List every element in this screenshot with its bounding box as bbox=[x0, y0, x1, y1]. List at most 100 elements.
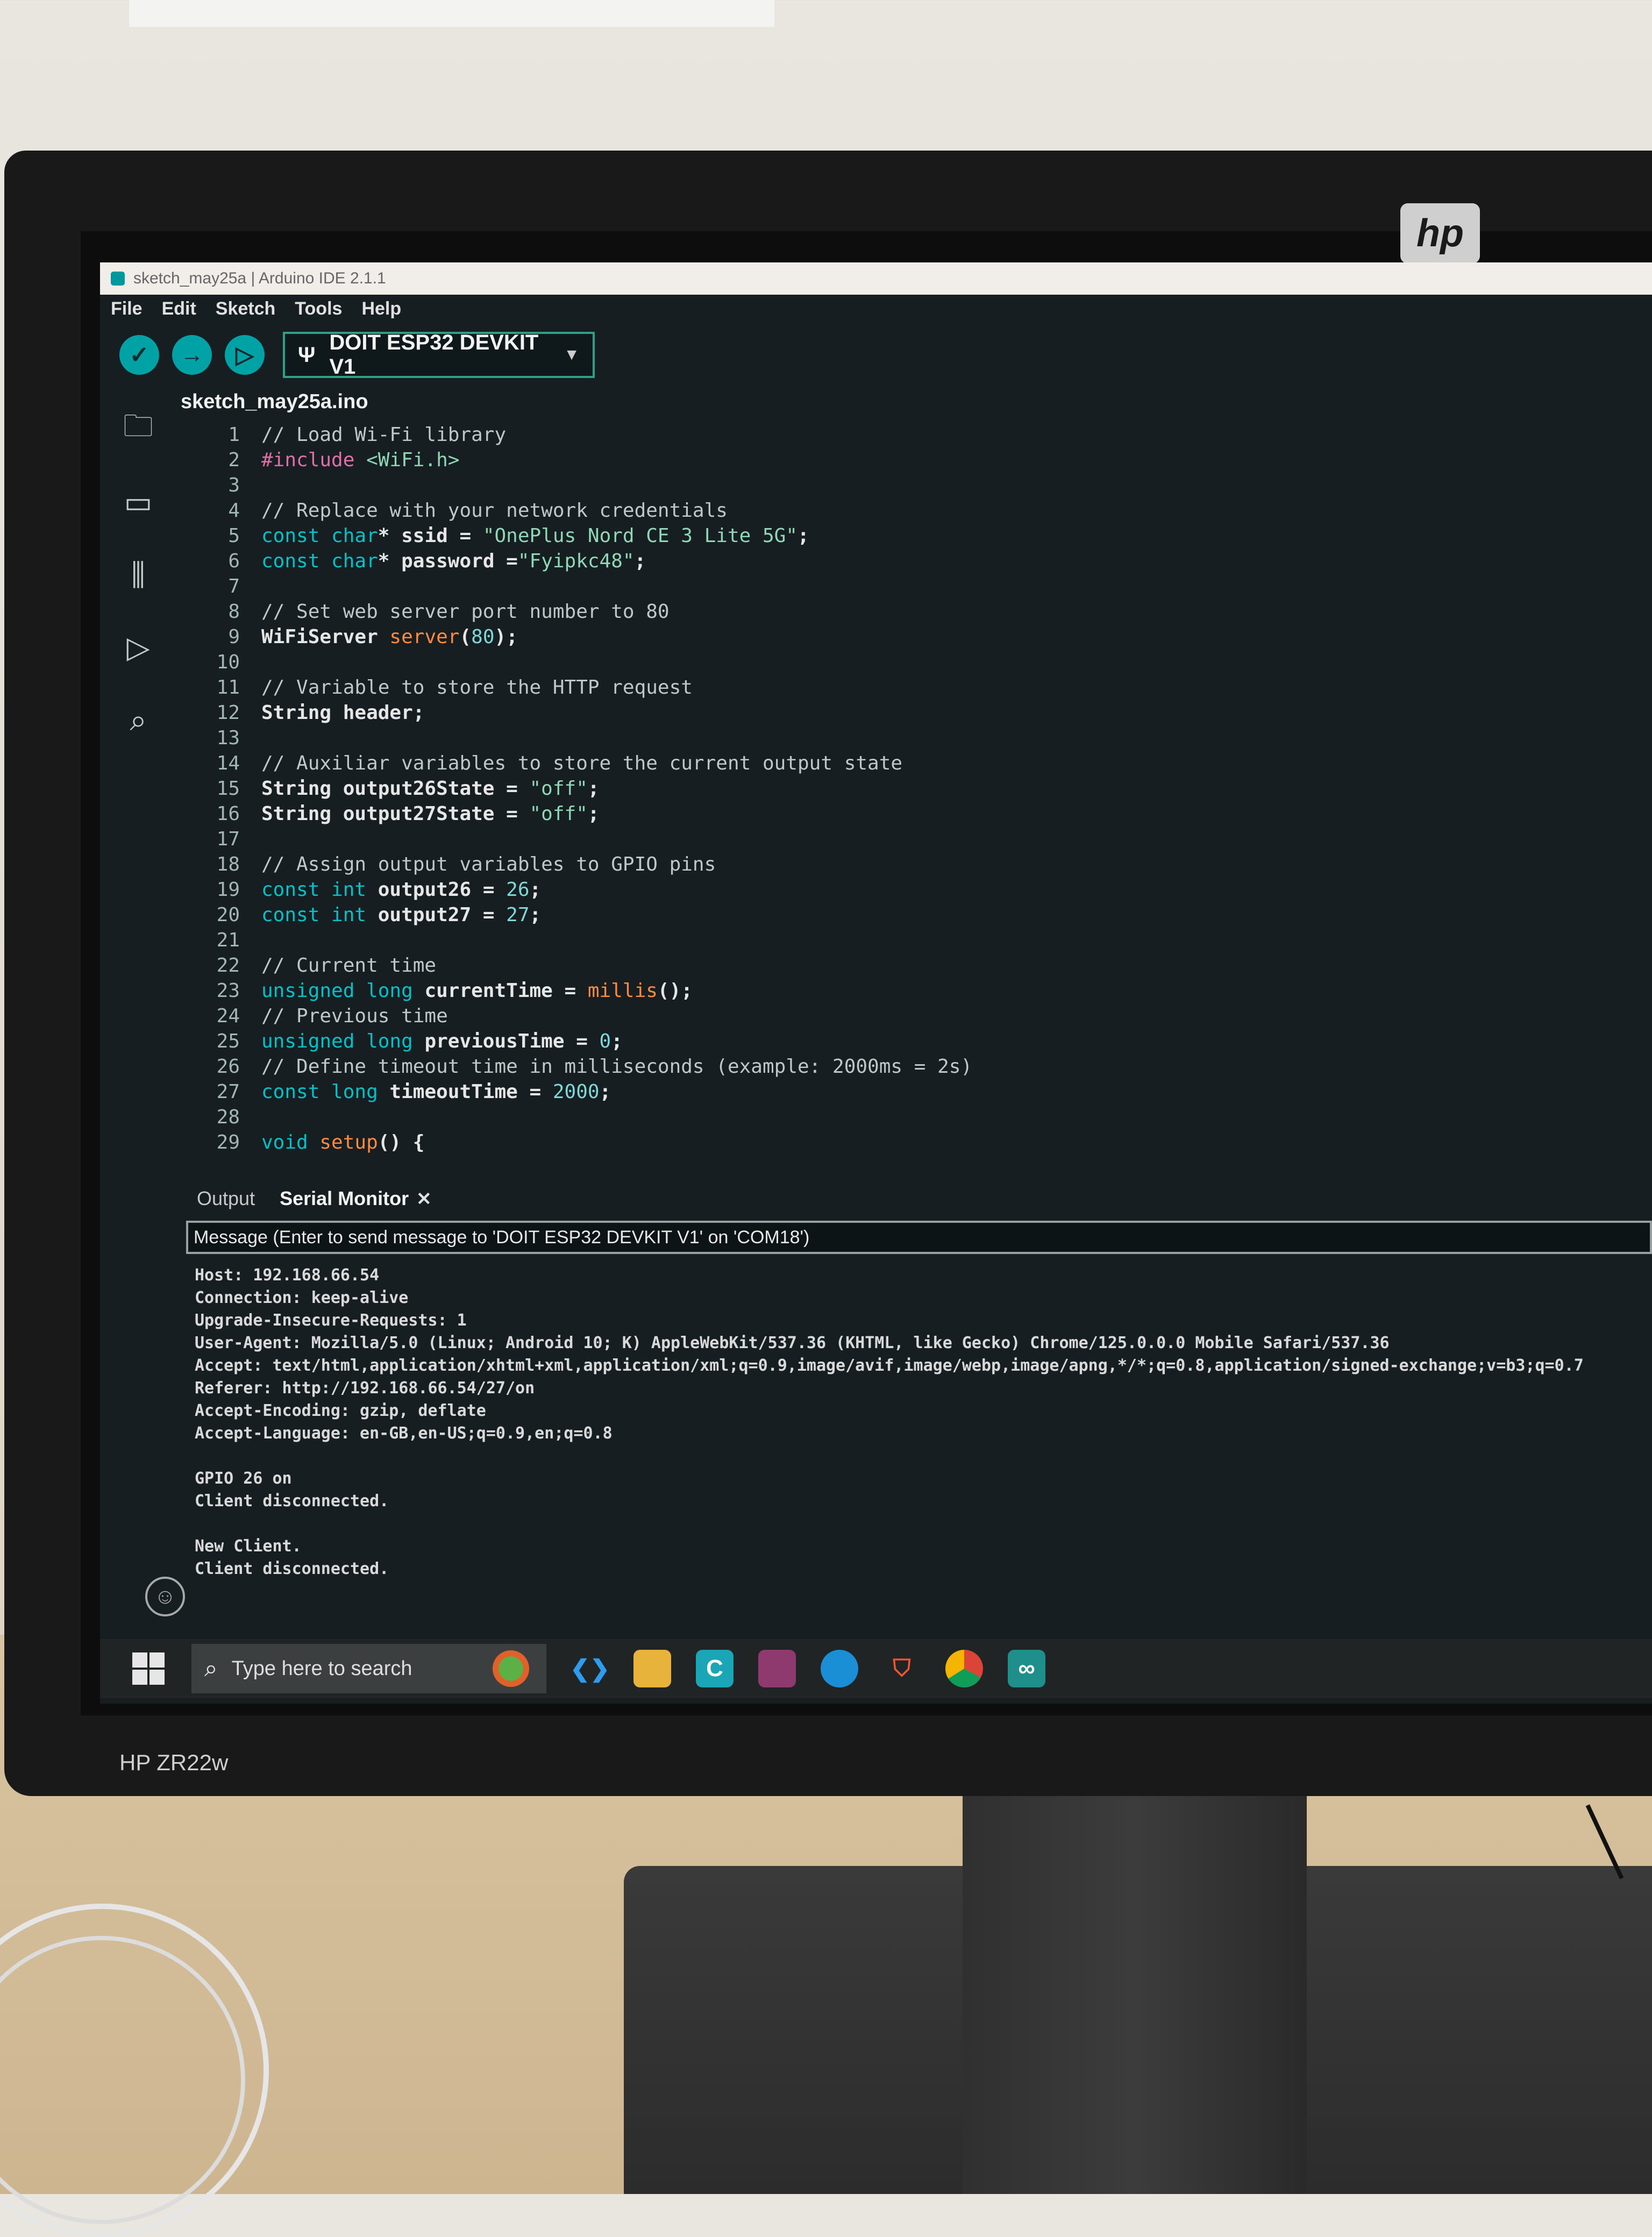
title-bar: sketch_may25a | Arduino IDE 2.1.1 bbox=[100, 262, 1652, 295]
code-token: "Fyipkc48" bbox=[517, 550, 635, 572]
line-number: 11 bbox=[216, 676, 240, 699]
brave-icon[interactable]: ⛉ bbox=[883, 1650, 921, 1687]
code-token: "off" bbox=[529, 778, 588, 800]
code-text: void setup() { bbox=[261, 1131, 424, 1153]
code-token: ; bbox=[529, 879, 542, 901]
account-icon[interactable]: ☺ bbox=[145, 1577, 185, 1616]
code-token: String header; bbox=[261, 702, 425, 724]
code-token: // Define timeout time in milliseconds (… bbox=[261, 1056, 973, 1078]
arduino-app-icon bbox=[111, 272, 125, 286]
code-token: * password = bbox=[378, 550, 518, 572]
serial-message-input[interactable]: Message (Enter to send message to 'DOIT … bbox=[186, 1221, 1652, 1254]
menu-edit[interactable]: Edit bbox=[162, 298, 196, 319]
menu-file[interactable]: File bbox=[111, 298, 143, 319]
code-token: setup bbox=[319, 1131, 378, 1153]
chrome-icon[interactable] bbox=[945, 1650, 983, 1687]
verify-button[interactable]: ✓ bbox=[119, 335, 159, 375]
code-token: const char bbox=[261, 550, 378, 572]
code-token: // Auxiliar variables to store the curre… bbox=[261, 752, 903, 774]
chevron-down-icon: ▼ bbox=[564, 346, 580, 364]
menu-help[interactable]: Help bbox=[361, 298, 401, 319]
code-token: unsigned long bbox=[261, 1030, 425, 1052]
arduino-icon[interactable]: ∞ bbox=[1008, 1650, 1045, 1687]
toolbar: ✓ → ▷ Ψ DOIT ESP32 DEVKIT V1 ▼ bbox=[100, 326, 1652, 384]
debug-sidebar-icon[interactable]: ▷ bbox=[119, 629, 157, 666]
library-manager-icon[interactable]: ⫼ bbox=[119, 556, 157, 594]
app-c-icon[interactable]: C bbox=[696, 1650, 734, 1687]
code-token: #include bbox=[261, 449, 367, 471]
code-token: WiFiServer bbox=[261, 626, 390, 648]
window-title: sketch_may25a | Arduino IDE 2.1.1 bbox=[133, 269, 386, 287]
serial-line: Connection: keep-alive bbox=[195, 1288, 409, 1307]
code-text: String header; bbox=[261, 702, 424, 724]
monitor-stand-neck bbox=[963, 1791, 1307, 2194]
line-number: 19 bbox=[216, 879, 240, 901]
code-token: ); bbox=[494, 626, 518, 648]
code-text: // Current time bbox=[261, 954, 436, 977]
line-number: 10 bbox=[216, 651, 240, 673]
line-number: 22 bbox=[216, 954, 240, 977]
menu-sketch[interactable]: Sketch bbox=[216, 298, 276, 319]
serial-line: Client disconnected. bbox=[195, 1559, 389, 1578]
sidebar: 🗀 ▭ ⫼ ▷ ⌕ bbox=[100, 384, 170, 1621]
code-token: ; bbox=[587, 803, 600, 825]
code-token: // Variable to store the HTTP request bbox=[261, 676, 693, 699]
code-token: 0 bbox=[599, 1030, 611, 1052]
code-text: const char* ssid = "OnePlus Nord CE 3 Li… bbox=[261, 525, 809, 547]
serial-line: New Client. bbox=[195, 1537, 302, 1556]
close-icon[interactable]: ✕ bbox=[416, 1189, 432, 1209]
tab-serial-monitor[interactable]: Serial Monitor ✕ bbox=[280, 1187, 432, 1210]
search-icon[interactable]: ⌕ bbox=[119, 701, 157, 739]
boards-manager-icon[interactable]: ▭ bbox=[119, 483, 157, 521]
serial-line: Client disconnected. bbox=[195, 1492, 389, 1511]
code-text: const char* password ="Fyipkc48"; bbox=[261, 550, 646, 572]
code-text: const long timeoutTime = 2000; bbox=[261, 1081, 611, 1103]
line-number: 2 bbox=[228, 449, 240, 471]
folder-icon[interactable]: 🗀 bbox=[119, 409, 157, 448]
debug-button[interactable]: ▷ bbox=[225, 335, 265, 375]
screen: sketch_may25a | Arduino IDE 2.1.1 File E… bbox=[100, 262, 1652, 1704]
vscode-icon[interactable]: ❮❯ bbox=[570, 1650, 610, 1687]
code-token: <WiFi.h> bbox=[366, 449, 460, 471]
search-highlight-icon bbox=[487, 1650, 546, 1687]
code-token: const int bbox=[261, 879, 378, 901]
board-selector[interactable]: Ψ DOIT ESP32 DEVKIT V1 ▼ bbox=[283, 331, 595, 379]
code-token: (); bbox=[657, 980, 693, 1002]
tab-output[interactable]: Output bbox=[197, 1187, 255, 1210]
serial-line: GPIO 26 on bbox=[195, 1469, 292, 1488]
menu-bar: File Edit Sketch Tools Help bbox=[100, 295, 1652, 323]
search-icon: ⌕ bbox=[204, 1655, 218, 1682]
line-number: 12 bbox=[216, 702, 240, 724]
code-token: const int bbox=[261, 904, 378, 926]
serial-line: Accept-Language: en-GB,en-US;q=0.9,en;q=… bbox=[195, 1424, 613, 1443]
line-number: 8 bbox=[228, 601, 240, 623]
line-number: 15 bbox=[216, 778, 240, 800]
upload-button[interactable]: → bbox=[172, 335, 212, 375]
line-number: 17 bbox=[216, 828, 240, 850]
tab-serial-monitor-label: Serial Monitor bbox=[280, 1187, 409, 1209]
line-number: 6 bbox=[228, 550, 240, 572]
code-token: output27 = bbox=[378, 904, 507, 926]
windows-start-icon[interactable] bbox=[132, 1652, 165, 1685]
serial-output: Host: 192.168.66.54 Connection: keep-aliv… bbox=[195, 1266, 1652, 1578]
panel-tabs: Output Serial Monitor ✕ bbox=[197, 1187, 432, 1210]
code-text: // Previous time bbox=[261, 1005, 448, 1027]
line-number: 24 bbox=[216, 1005, 240, 1027]
code-token: // Assign output variables to GPIO pins bbox=[261, 853, 716, 875]
file-tab[interactable]: sketch_may25a.ino bbox=[181, 390, 368, 414]
code-token: ; bbox=[634, 550, 646, 572]
code-text: // Define timeout time in milliseconds (… bbox=[261, 1056, 972, 1078]
edge-icon[interactable] bbox=[821, 1650, 858, 1687]
menu-tools[interactable]: Tools bbox=[295, 298, 342, 319]
code-token: ; bbox=[587, 778, 600, 800]
code-token: String output27State = bbox=[261, 803, 530, 825]
code-token: ; bbox=[599, 1081, 611, 1103]
code-token: 80 bbox=[471, 626, 495, 648]
line-number: 16 bbox=[216, 803, 240, 825]
board-label: DOIT ESP32 DEVKIT V1 bbox=[329, 331, 539, 379]
code-token: void bbox=[261, 1131, 320, 1153]
taskbar-search[interactable]: ⌕ Type here to search bbox=[191, 1644, 546, 1693]
file-explorer-icon[interactable] bbox=[633, 1650, 671, 1687]
code-text: // Set web server port number to 80 bbox=[261, 601, 670, 623]
winrar-icon[interactable] bbox=[758, 1650, 796, 1687]
